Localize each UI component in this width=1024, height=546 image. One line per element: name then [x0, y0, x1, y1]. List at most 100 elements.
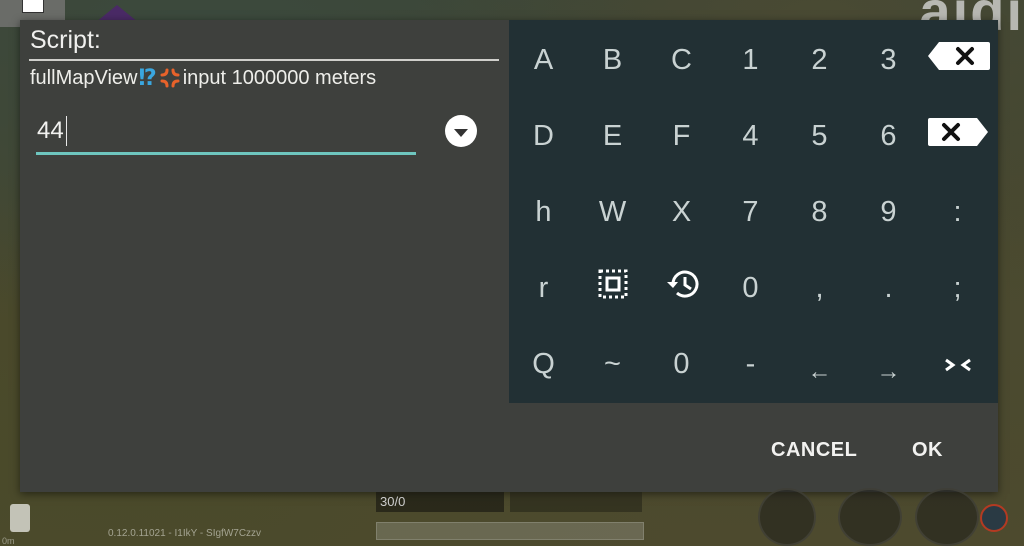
- chevron-down-icon: [454, 128, 468, 137]
- delete-forward-icon: [925, 117, 991, 155]
- key-label: ,: [815, 271, 824, 304]
- key-label: X: [671, 195, 692, 228]
- select-all-icon: [598, 269, 628, 307]
- ammo-count: 30/0: [380, 494, 406, 509]
- key-4[interactable]: 4: [716, 98, 785, 174]
- key-label: D: [533, 119, 554, 152]
- description-suffix: input 1000000 meters: [182, 66, 377, 89]
- key-7[interactable]: 7: [716, 174, 785, 250]
- prone-button[interactable]: [915, 488, 979, 546]
- key-2[interactable]: 2: [785, 22, 854, 98]
- dialog-actions: CANCEL OK: [20, 403, 998, 492]
- key-label: 8: [811, 195, 828, 228]
- key-0[interactable]: 0: [716, 250, 785, 326]
- key-dash[interactable]: -: [716, 326, 785, 402]
- key-5[interactable]: 5: [785, 98, 854, 174]
- key-backspace[interactable]: [923, 22, 992, 98]
- key-semicolon[interactable]: ;: [923, 250, 992, 326]
- key-1[interactable]: 1: [716, 22, 785, 98]
- key-C[interactable]: C: [647, 22, 716, 98]
- backpack-icon[interactable]: [10, 504, 30, 532]
- script-input-dialog: Script: fullMapView ⁉ input 1000000 mete…: [20, 20, 998, 492]
- key-6[interactable]: 6: [854, 98, 923, 174]
- dialog-title: Script:: [30, 26, 101, 54]
- key-label: 5: [811, 119, 828, 152]
- key-label: 0: [673, 347, 690, 380]
- ok-button[interactable]: OK: [912, 435, 943, 465]
- key-select-all[interactable]: [578, 250, 647, 326]
- key-history[interactable]: [647, 250, 716, 326]
- key-label: C: [671, 43, 692, 76]
- key-3[interactable]: 3: [854, 22, 923, 98]
- backspace-icon: [925, 41, 991, 79]
- health-bar: [376, 522, 644, 540]
- key-label: 9: [880, 195, 897, 228]
- history-icon: [665, 269, 699, 307]
- key-D[interactable]: D: [509, 98, 578, 174]
- key-comma[interactable]: ,: [785, 250, 854, 326]
- key-tilde[interactable]: ~: [578, 326, 647, 402]
- key-9[interactable]: 9: [854, 174, 923, 250]
- key-F[interactable]: F: [647, 98, 716, 174]
- anger-symbol-icon: [159, 67, 181, 89]
- key-label: →: [876, 358, 901, 385]
- history-dropdown-button[interactable]: [445, 115, 477, 147]
- key-X[interactable]: X: [647, 174, 716, 250]
- title-divider: [29, 59, 499, 61]
- dialog-content: Script: fullMapView ⁉ input 1000000 mete…: [20, 20, 508, 403]
- key-label: E: [602, 119, 623, 152]
- square-icon: [22, 0, 44, 13]
- key-label: h: [535, 195, 552, 228]
- key-Q[interactable]: Q: [509, 326, 578, 402]
- key-label: ←: [807, 358, 832, 385]
- key-label: A: [533, 43, 554, 76]
- key-h[interactable]: h: [509, 174, 578, 250]
- description-prefix: fullMapView: [30, 66, 138, 89]
- cancel-button[interactable]: CANCEL: [771, 435, 857, 465]
- key-label: 1: [742, 43, 759, 76]
- reload-button[interactable]: [758, 488, 816, 546]
- key-label: 3: [880, 43, 897, 76]
- key-period[interactable]: .: [854, 250, 923, 326]
- key-0[interactable]: 0: [647, 326, 716, 402]
- input-underline: [36, 152, 416, 155]
- value-input-wrapper: [36, 112, 416, 156]
- key-label: B: [602, 43, 623, 76]
- key-label: F: [672, 119, 691, 152]
- key-W[interactable]: W: [578, 174, 647, 250]
- game-hud: 0m 0.12.0.11021 - I1IkY - SIgfW7Czzv 30/…: [0, 488, 1024, 546]
- text-caret: [66, 116, 67, 146]
- collapse-icon: [943, 348, 973, 381]
- weapon-slot-2[interactable]: [510, 492, 642, 512]
- custom-keyboard: A B C 1 2 3 D E F 4 5 6 h W X 7 8 9: r 0,.; Q ~0 - ← →: [509, 20, 998, 403]
- key-label: r: [538, 271, 549, 304]
- key-E[interactable]: E: [578, 98, 647, 174]
- key-B[interactable]: B: [578, 22, 647, 98]
- version-text: 0.12.0.11021 - I1IkY - SIgfW7Czzv: [108, 528, 262, 539]
- key-label: 0: [742, 271, 759, 304]
- key-label: 2: [811, 43, 828, 76]
- key-label: 4: [742, 119, 759, 152]
- script-description: fullMapView ⁉ input 1000000 meters: [30, 65, 376, 91]
- key-label: Q: [532, 347, 555, 380]
- key-left-arrow[interactable]: ←: [785, 326, 854, 410]
- key-label: W: [598, 195, 627, 228]
- key-label: ~: [604, 347, 621, 380]
- key-right-arrow[interactable]: →: [854, 326, 923, 410]
- key-label: 7: [742, 195, 759, 228]
- ammo-box: 30/0: [376, 492, 504, 512]
- record-badge-icon[interactable]: [980, 504, 1008, 532]
- key-label: 6: [880, 119, 897, 152]
- exclamation-question-icon: ⁉: [138, 65, 157, 90]
- key-collapse[interactable]: [923, 326, 992, 402]
- key-label: ;: [953, 271, 962, 304]
- key-colon[interactable]: :: [923, 174, 992, 250]
- crouch-button[interactable]: [838, 488, 902, 546]
- key-A[interactable]: A: [509, 22, 578, 98]
- key-delete-forward[interactable]: [923, 98, 992, 174]
- value-input[interactable]: [36, 112, 407, 150]
- key-8[interactable]: 8: [785, 174, 854, 250]
- distance-readout: 0m: [2, 536, 15, 546]
- key-label: .: [884, 271, 893, 304]
- key-r[interactable]: r: [509, 250, 578, 326]
